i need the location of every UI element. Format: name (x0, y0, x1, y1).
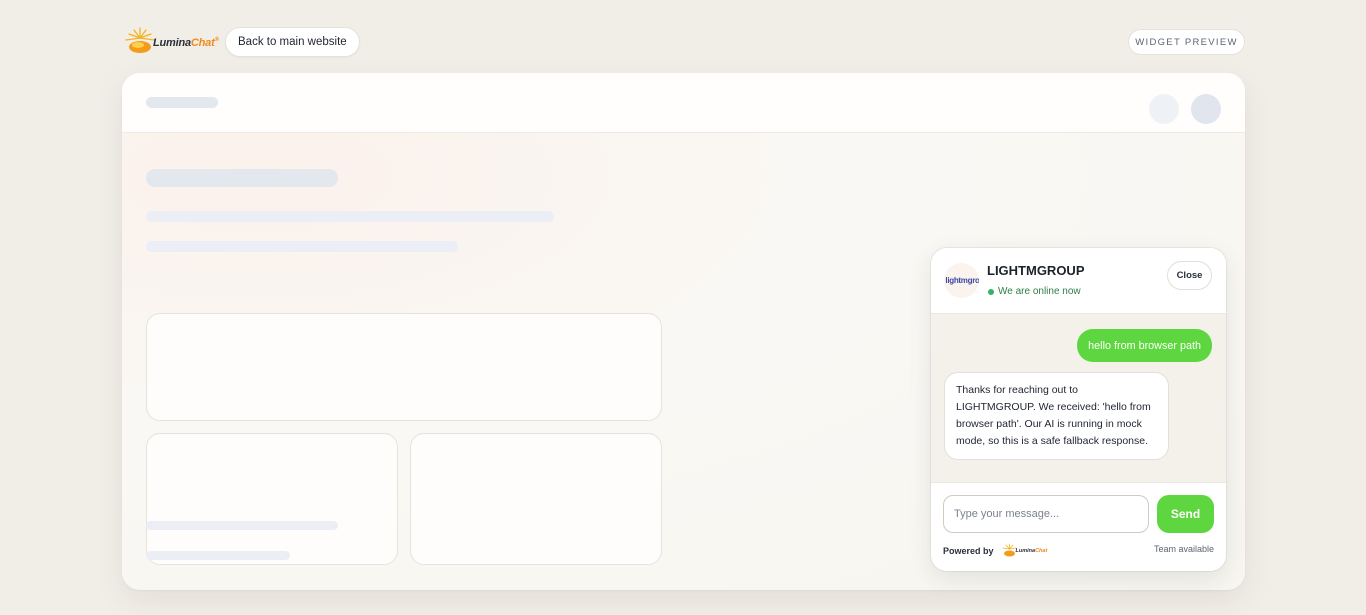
luminachat-mini-logo[interactable]: LuminaChat (1002, 543, 1052, 559)
avatar-text: lightmgro (945, 276, 979, 285)
placeholder-nav-logo (146, 97, 218, 108)
send-button[interactable]: Send (1157, 495, 1214, 533)
sun-icon (1002, 543, 1016, 557)
mock-site-header (122, 73, 1245, 133)
user-message: hello from browser path (1077, 329, 1212, 362)
chat-header: lightmgro LIGHTMGROUP We are online now … (931, 248, 1226, 314)
sun-icon (125, 27, 155, 53)
placeholder-text-line (146, 551, 290, 560)
placeholder-card (410, 433, 662, 565)
chat-widget: lightmgro LIGHTMGROUP We are online now … (931, 248, 1226, 571)
team-status: Team available (1153, 544, 1214, 554)
chat-footer: Send Powered by LuminaChat Team availabl… (931, 482, 1226, 571)
message-input[interactable] (943, 495, 1149, 533)
powered-by-label: Powered by (943, 546, 994, 556)
powered-by: Powered by LuminaChat (943, 543, 1052, 559)
placeholder-card-wide (146, 313, 662, 421)
placeholder-heading (146, 169, 338, 187)
logo-wordmark: LuminaChat® (153, 37, 219, 49)
brand-avatar: lightmgro (944, 263, 979, 298)
status-dot-icon (988, 288, 994, 295)
placeholder-text-line (146, 241, 458, 252)
mini-logo-wordmark: LuminaChat (1015, 548, 1048, 554)
close-button[interactable]: Close (1167, 261, 1212, 290)
placeholder-text-line (146, 211, 554, 222)
message-list: hello from browser path Thanks for reach… (931, 314, 1226, 482)
widget-preview-badge: WIDGET PREVIEW (1128, 29, 1245, 55)
luminachat-logo[interactable]: LuminaChat® (125, 26, 219, 58)
placeholder-avatar (1191, 94, 1221, 124)
back-to-main-website-button[interactable]: Back to main website (225, 27, 360, 57)
online-status-text: We are online now (998, 286, 1081, 297)
chat-brand-name: LIGHTMGROUP (987, 263, 1085, 278)
placeholder-avatar-light (1149, 94, 1179, 124)
bot-message: Thanks for reaching out to LIGHTMGROUP. … (944, 372, 1169, 460)
online-status: We are online now (988, 286, 1081, 297)
placeholder-card (146, 433, 398, 565)
placeholder-text-line (146, 521, 338, 530)
